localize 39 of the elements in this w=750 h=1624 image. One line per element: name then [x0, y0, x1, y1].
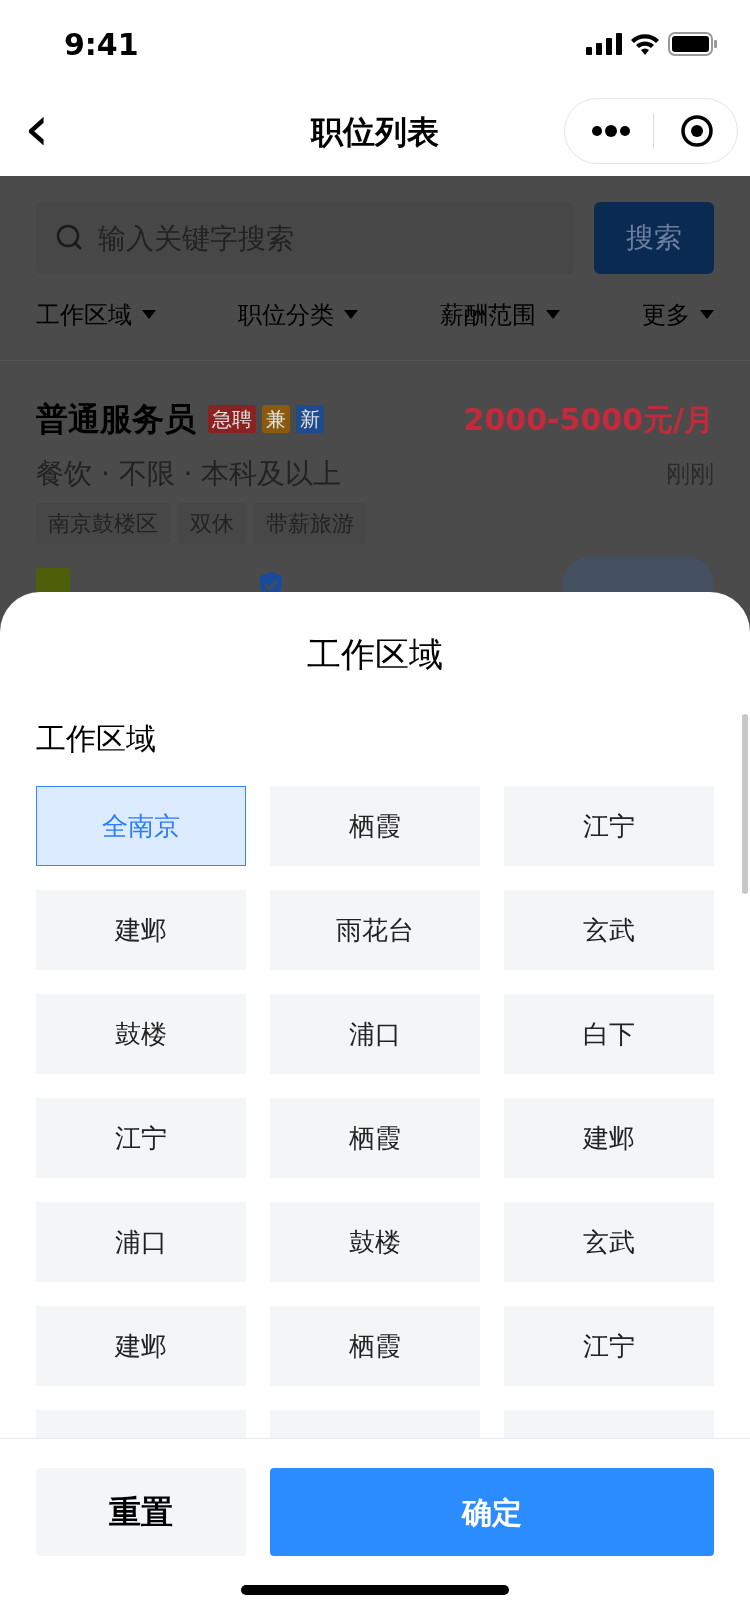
area-option[interactable]: 鼓楼 [270, 1202, 480, 1282]
search-icon [56, 224, 84, 252]
wifi-icon [630, 33, 660, 55]
area-option[interactable]: 雨花台 [270, 890, 480, 970]
sheet-title: 工作区域 [307, 632, 443, 676]
area-option[interactable]: 栖霞 [270, 786, 480, 866]
job-badge: 急聘 [208, 405, 256, 433]
area-option[interactable]: 玄武 [504, 1202, 714, 1282]
dropdown-caret-icon [142, 310, 156, 320]
signal-icon [586, 33, 622, 55]
battery-icon [668, 32, 718, 56]
dropdown-caret-icon [546, 310, 560, 320]
reset-button[interactable]: 重置 [36, 1468, 246, 1556]
close-target-icon[interactable] [680, 114, 714, 148]
area-option[interactable]: 鼓楼 [36, 994, 246, 1074]
back-button[interactable]: ‹ [24, 92, 50, 164]
area-option[interactable]: 白下 [504, 994, 714, 1074]
area-option[interactable]: 浦口 [36, 1202, 246, 1282]
area-option[interactable]: 建邺 [36, 890, 246, 970]
area-option[interactable]: 栖霞 [270, 1306, 480, 1386]
dropdown-caret-icon [700, 310, 714, 320]
search-button[interactable]: 搜索 [594, 202, 714, 274]
section-label: 工作区域 [36, 721, 156, 756]
salary-text: 2000-5000元/月 [463, 400, 714, 439]
area-option[interactable]: 玄武 [504, 890, 714, 970]
dropdown-caret-icon [344, 310, 358, 320]
area-option[interactable]: 栖霞 [270, 1098, 480, 1178]
area-option[interactable]: 建邺 [36, 1306, 246, 1386]
area-option[interactable]: 江宁 [36, 1098, 246, 1178]
area-option[interactable]: 建邺 [504, 1098, 714, 1178]
area-option[interactable]: 浦口 [270, 994, 480, 1074]
status-time: 9:41 [64, 25, 139, 64]
job-badge: 新 [296, 405, 324, 433]
job-title: 普通服务员 [36, 399, 196, 440]
page-title: 职位列表 [311, 112, 439, 153]
job-badge: 兼 [262, 405, 290, 433]
more-icon[interactable] [591, 125, 631, 137]
area-option[interactable]: 江宁 [504, 786, 714, 866]
area-option[interactable]: 江宁 [504, 1306, 714, 1386]
